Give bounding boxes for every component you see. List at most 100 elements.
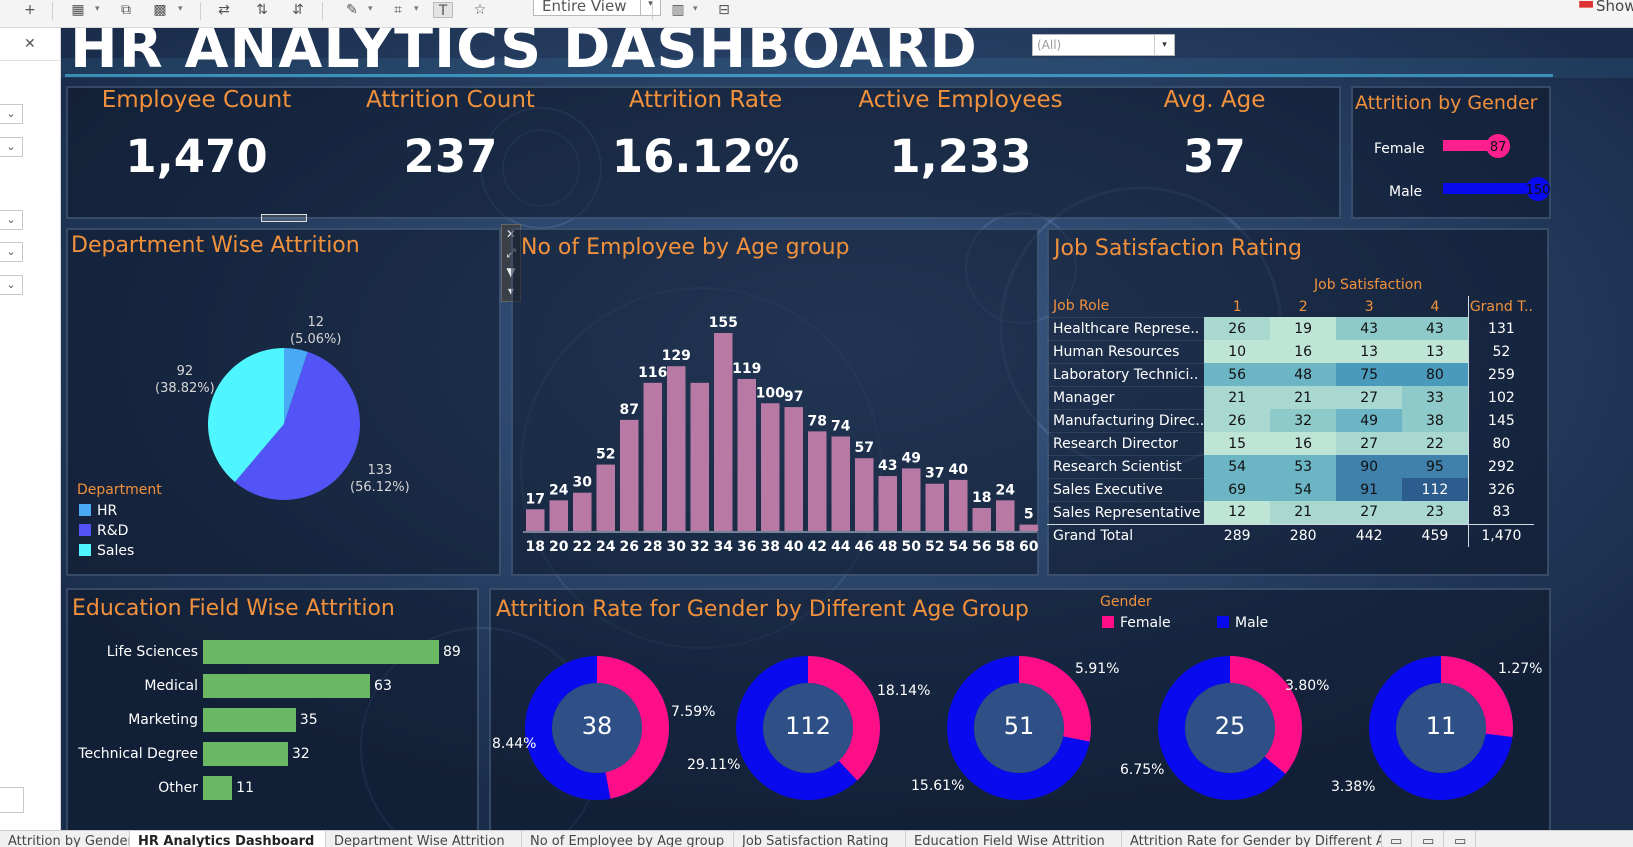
table-cell[interactable]: 10 [1204,340,1271,363]
table-cell[interactable]: 21 [1270,501,1337,524]
new-worksheet-icon[interactable]: ▦ [68,2,88,18]
legend-item-hr[interactable]: HR [79,503,117,519]
education-bar[interactable] [203,776,233,800]
table-cell[interactable]: 54 [1204,455,1271,478]
age-bar[interactable] [667,366,686,531]
legend-item-sales[interactable]: Sales [79,543,134,559]
group-icon[interactable]: ⌗ [388,2,408,18]
panel-input[interactable] [0,787,24,813]
panel-dropdown[interactable]: ⌄ [0,104,23,124]
table-cell[interactable]: 27 [1336,386,1403,409]
age-bar[interactable] [925,483,945,531]
table-cell[interactable]: 75 [1336,363,1403,386]
panel-dropdown[interactable]: ⌄ [0,210,23,230]
show-labels-icon[interactable]: T [433,2,453,19]
table-cell[interactable]: 90 [1336,455,1403,478]
age-bar[interactable] [737,378,757,531]
table-cell[interactable]: 54 [1270,478,1337,501]
table-cell[interactable]: 49 [1336,409,1403,432]
table-cell[interactable]: 26 [1204,317,1271,340]
table-cell[interactable]: 91 [1336,478,1403,501]
panel-dropdown[interactable]: ⌄ [0,242,23,262]
table-cell[interactable]: 26 [1204,409,1271,432]
show-me-icon[interactable]: ▥ [668,2,688,18]
highlight-icon[interactable]: ✎ [342,2,362,18]
chevron-down-icon[interactable]: ▾ [414,2,424,16]
education-bar[interactable] [203,708,296,732]
age-bar[interactable] [855,458,874,531]
table-cell[interactable]: 43 [1402,317,1469,340]
education-bar[interactable] [203,742,288,766]
table-cell[interactable]: 32 [1270,409,1337,432]
sheet-tab[interactable]: Attrition Rate for Gender by Different A… [1122,831,1382,847]
sheet-tab[interactable]: Attrition by Gender [0,831,130,847]
show-me-bar-icon[interactable]: ▬ [1576,0,1596,13]
panel-dropdown[interactable]: ⌄ [0,275,23,295]
age-bar[interactable] [573,492,592,531]
pin-icon[interactable]: ☆ [470,2,490,18]
education-bar[interactable] [203,674,371,698]
swap-icon[interactable]: ⇄ [214,2,234,18]
table-cell[interactable]: 53 [1270,455,1337,478]
table-cell[interactable]: 16 [1270,432,1337,455]
age-bar[interactable] [808,431,827,531]
table-cell[interactable]: 16 [1270,340,1337,363]
sheet-tab[interactable]: HR Analytics Dashboard [130,831,326,847]
show-me-label[interactable]: Show [1596,0,1633,15]
table-cell[interactable]: 112 [1402,478,1469,501]
legend-item-rd[interactable]: R&D [79,523,128,539]
table-cell[interactable]: 13 [1402,340,1469,363]
chevron-down-icon[interactable]: ▾ [640,0,660,15]
age-bar[interactable] [972,508,992,531]
table-cell[interactable]: 19 [1270,317,1337,340]
tab-nav-mid-icon[interactable]: ▭ [1414,831,1444,847]
tab-nav-right-icon[interactable]: ▭ [1446,831,1476,847]
table-cell[interactable]: 80 [1402,363,1469,386]
legend-item-female[interactable]: Female [1102,615,1171,631]
table-cell[interactable]: 23 [1402,501,1469,524]
education-bar[interactable] [203,640,439,664]
fit-view-select[interactable]: Entire View ▾ [533,0,661,16]
age-bar[interactable] [690,382,710,531]
age-bar[interactable] [996,500,1015,531]
sheet-tab[interactable]: No of Employee by Age group [522,831,734,847]
table-cell[interactable]: 22 [1402,432,1469,455]
table-cell[interactable]: 56 [1204,363,1271,386]
age-bar[interactable] [714,333,733,531]
table-cell[interactable]: 15 [1204,432,1271,455]
sort-ascending-icon[interactable]: ⇅ [252,2,272,18]
table-cell[interactable]: 21 [1270,386,1337,409]
global-filter-select[interactable]: (All) ▾ [1032,34,1175,56]
age-bar[interactable] [549,500,569,531]
chevron-down-icon[interactable]: ▾ [95,2,105,16]
presentation-icon[interactable]: ⊟ [714,2,734,18]
clear-sheet-icon[interactable]: ▩ [150,2,170,18]
table-cell[interactable]: 21 [1204,386,1271,409]
gender-bar[interactable] [1443,183,1538,194]
age-bar[interactable] [620,419,639,531]
resize-handle[interactable] [261,214,307,222]
panel-dropdown[interactable]: ⌄ [0,137,23,157]
age-bar[interactable] [784,407,804,531]
table-cell[interactable]: 27 [1336,501,1403,524]
chevron-down-icon[interactable]: ▾ [693,2,703,16]
sort-descending-icon[interactable]: ⇵ [288,2,308,18]
table-cell[interactable]: 95 [1402,455,1469,478]
age-bar[interactable] [761,403,780,531]
table-cell[interactable]: 33 [1402,386,1469,409]
table-cell[interactable]: 38 [1402,409,1469,432]
chevron-down-icon[interactable]: ▾ [1154,35,1174,55]
table-cell[interactable]: 48 [1270,363,1337,386]
chevron-down-icon[interactable]: ▾ [178,2,188,16]
age-bar[interactable] [878,476,898,531]
table-cell[interactable]: 13 [1336,340,1403,363]
close-icon[interactable]: ✕ [24,36,36,52]
age-bar[interactable] [526,509,545,531]
tab-nav-left-icon[interactable]: ▭ [1382,831,1412,847]
sheet-tab[interactable]: Department Wise Attrition [326,831,522,847]
age-bar[interactable] [831,436,851,531]
sheet-tab[interactable]: Education Field Wise Attrition [906,831,1122,847]
age-bar[interactable] [902,468,921,531]
age-bar[interactable] [1019,524,1039,531]
duplicate-icon[interactable]: ⧉ [116,2,136,18]
